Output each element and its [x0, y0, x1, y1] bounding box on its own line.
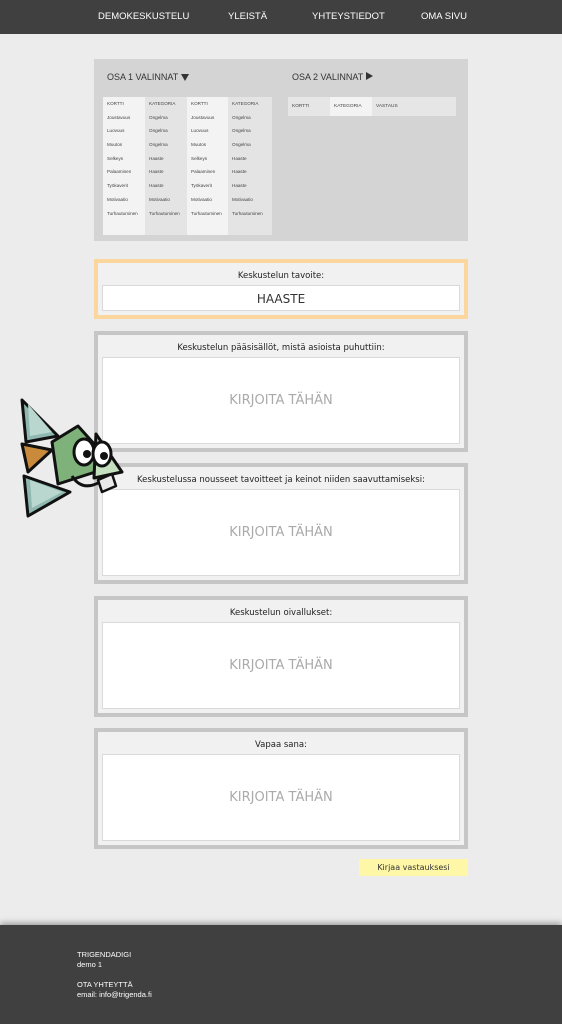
osa1-title[interactable]: OSA 1 VALINNAT — [107, 72, 190, 82]
goals-textarea[interactable]: KIRJOITA TÄHÄN — [102, 489, 460, 576]
submit-answers-button[interactable]: Kirjaa vastauksesi — [359, 859, 468, 876]
table-cell: Selkeys — [191, 155, 208, 161]
table-cell: Motivaatio — [149, 196, 170, 202]
table-cell: Luovuus — [191, 128, 209, 134]
insights-textarea[interactable]: KIRJOITA TÄHÄN — [102, 622, 460, 709]
column-header: KORTTI — [107, 101, 124, 106]
table-cell: Ongelma — [149, 142, 168, 148]
table-cell: Palaaminen — [191, 169, 216, 175]
nav-yleista[interactable]: YLEISTÄ — [228, 11, 267, 22]
table-cell: Ongelma — [149, 114, 168, 120]
trigenda-mascot-icon — [20, 398, 124, 518]
footer-org: TRIGENDADIGI — [77, 950, 132, 959]
nav-yhteystiedot[interactable]: YHTEYSTIEDOT — [312, 11, 385, 22]
table-cell: Haaste — [149, 155, 164, 161]
section-label: Keskustelun pääsisällöt, mistä asioista … — [177, 343, 385, 353]
osa1-column-kortti-1: KORTTI Joustavuus Luovuus Muutos Selkeys… — [103, 97, 147, 235]
table-cell: Motivaatio — [191, 196, 212, 202]
nav-demokeskustelu[interactable]: DEMOKESKUSTELU — [98, 11, 189, 22]
table-cell: Joustavuus — [191, 114, 215, 120]
main-content-textarea[interactable]: KIRJOITA TÄHÄN — [102, 357, 460, 444]
table-cell: Turhautuminen — [107, 210, 138, 216]
goal-box: Keskustelun tavoite: HAASTE — [94, 259, 468, 319]
section-box-insights: Keskustelun oivallukset: KIRJOITA TÄHÄN — [94, 596, 468, 717]
triangle-right-icon — [366, 72, 374, 80]
table-cell: Haaste — [232, 169, 247, 175]
osa2-header-kortti: KORTTI — [292, 104, 310, 109]
table-cell: Luovuus — [107, 128, 125, 134]
footer-sub: demo 1 — [77, 960, 103, 969]
nav-oma-sivu[interactable]: OMA SIVU — [421, 11, 467, 22]
osa1-column-kategoria-1: KATEGORIA Ongelma Ongelma Ongelma Haaste… — [145, 97, 189, 235]
column-header: KATEGORIA — [149, 101, 176, 106]
table-cell: Ongelma — [232, 142, 251, 148]
section-box-free-word: Vapaa sana: KIRJOITA TÄHÄN — [94, 728, 468, 849]
table-cell: Muutos — [191, 142, 207, 148]
osa2-header-bar: KORTTI KATEGORIA VASTAUS — [288, 97, 456, 116]
goal-value: HAASTE — [102, 285, 460, 311]
osa2-title-text: OSA 2 VALINNAT — [292, 72, 364, 82]
section-label: Keskustelun oivallukset: — [229, 608, 333, 618]
table-cell: Ongelma — [232, 114, 251, 120]
selections-panel: OSA 1 VALINNAT OSA 2 VALINNAT KORTTI Jou… — [94, 59, 468, 241]
section-label: Vapaa sana: — [255, 740, 307, 750]
section-box-main-content: Keskustelun pääsisällöt, mistä asioista … — [94, 331, 468, 452]
footer-email-link[interactable]: email: info@trigenda.fi — [77, 990, 152, 999]
column-header: KATEGORIA — [232, 101, 259, 106]
table-cell: Ongelma — [232, 128, 251, 134]
table-cell: Haaste — [149, 183, 164, 189]
column-header: KORTTI — [191, 101, 208, 106]
table-cell: Motivaatio — [232, 196, 253, 202]
footer-contact-title: OTA YHTEYTTÄ — [77, 980, 133, 989]
footer: TRIGENDADIGI demo 1 OTA YHTEYTTÄ email: … — [0, 925, 562, 1024]
table-cell: Turhautuminen — [149, 210, 180, 216]
osa1-column-kategoria-2: KATEGORIA Ongelma Ongelma Ongelma Haaste… — [228, 97, 272, 235]
table-cell: Turhautuminen — [232, 210, 263, 216]
table-cell: Joustavuus — [107, 114, 131, 120]
goal-label: Keskustelun tavoite: — [237, 271, 325, 281]
osa2-header-vastaus: VASTAUS — [376, 104, 398, 109]
table-cell: Ongelma — [149, 128, 168, 134]
table-cell: Työkaverit — [191, 183, 212, 189]
section-label: Keskustelussa nousseet tavoitteet ja kei… — [137, 475, 425, 485]
section-box-goals: Keskustelussa nousseet tavoitteet ja kei… — [94, 463, 468, 584]
table-cell: Turhautuminen — [191, 210, 222, 216]
triangle-down-icon — [181, 74, 190, 81]
osa1-column-kortti-2: KORTTI Joustavuus Luovuus Muutos Selkeys… — [187, 97, 231, 235]
osa2-header-kategoria: KATEGORIA — [330, 97, 372, 116]
table-cell: Selkeys — [107, 155, 124, 161]
osa1-title-text: OSA 1 VALINNAT — [107, 72, 179, 82]
osa2-title[interactable]: OSA 2 VALINNAT — [292, 72, 374, 82]
free-word-textarea[interactable]: KIRJOITA TÄHÄN — [102, 754, 460, 841]
table-cell: Motivaatio — [107, 196, 128, 202]
top-navigation: DEMOKESKUSTELU YLEISTÄ YHTEYSTIEDOT OMA … — [0, 0, 562, 34]
table-cell: Haaste — [232, 155, 247, 161]
table-cell: Palaaminen — [107, 169, 132, 175]
table-cell: Muutos — [107, 142, 123, 148]
table-cell: Haaste — [149, 169, 164, 175]
table-cell: Työkaverit — [107, 183, 128, 189]
table-cell: Haaste — [232, 183, 247, 189]
